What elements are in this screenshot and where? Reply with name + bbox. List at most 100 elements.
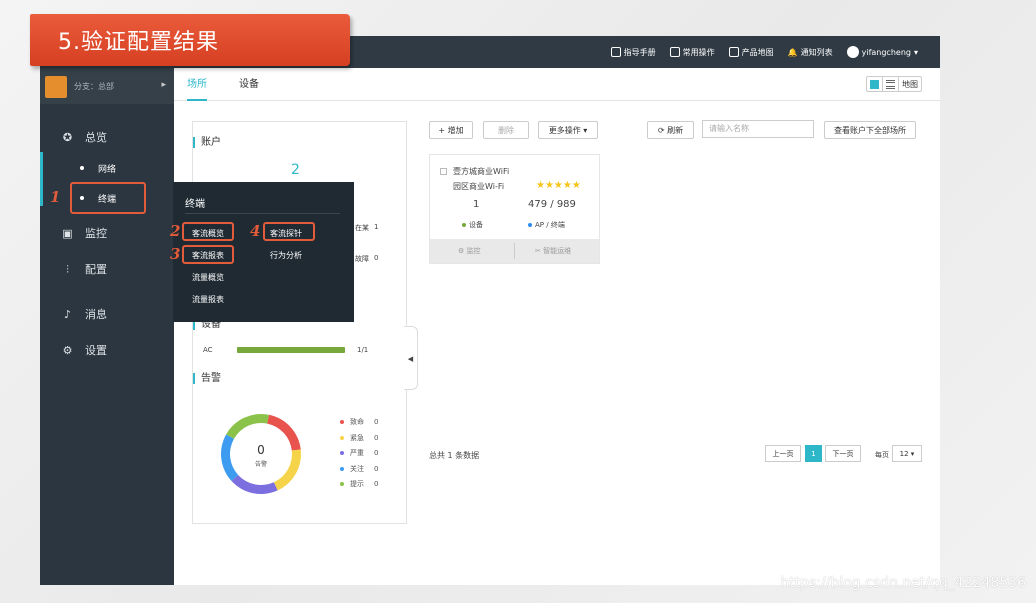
donut-center-value: 0 xyxy=(257,443,265,457)
user-menu[interactable]: yifangcheng ▾ xyxy=(846,46,918,58)
bell-icon: 🔔 xyxy=(787,47,798,57)
chevron-right-icon: ▸ xyxy=(161,80,166,90)
legend-dot-icon xyxy=(340,451,344,455)
sidebar-item-config[interactable]: ⫶ 配置 xyxy=(40,254,174,284)
flyout-link-flow-report[interactable]: 流量报表 xyxy=(192,294,224,305)
device-row-value: 1/1 xyxy=(357,346,369,354)
venue-card[interactable]: 壹方城商业WiFi 园区商业Wi-Fi ★★★★★ 1 479 / 989 设备… xyxy=(429,154,600,264)
slide-title: 5.验证配置结果 xyxy=(58,30,219,55)
search-input[interactable]: 请输入名称 xyxy=(702,120,814,138)
map-view-button[interactable]: 地图 xyxy=(898,77,921,91)
donut-segment xyxy=(226,414,269,439)
legend-label: 致命 xyxy=(350,418,364,426)
sidebar-item-message[interactable]: ♪ 消息 xyxy=(40,299,174,329)
list-view-button[interactable] xyxy=(882,77,898,91)
device-row-label: AC xyxy=(203,346,213,354)
bullet-icon xyxy=(80,166,84,170)
footer-divider xyxy=(514,243,515,259)
dashboard-icon: ✪ xyxy=(62,130,73,144)
card-footer: ⚙ 监控 ✂ 智能运维 xyxy=(430,239,599,263)
legend-dot-icon xyxy=(340,466,344,471)
more-actions-button[interactable]: 更多操作 ▾ xyxy=(538,121,598,139)
gear-icon: ⚙ xyxy=(458,247,467,255)
sidebar-item-monitor[interactable]: ▣ 监控 xyxy=(40,218,174,248)
legend-item: 提示 0 xyxy=(340,479,378,489)
sidebar-item-overview[interactable]: ✪ 总览 xyxy=(40,122,174,152)
legend-label: 紧急 xyxy=(350,433,364,442)
legend-value: 0 xyxy=(374,464,379,473)
top-nav: 指导手册 常用操作 产品地图 🔔 通知列表 yifangcheng ▾ xyxy=(610,36,918,68)
account-title: 账户 xyxy=(193,137,221,148)
card-name-line1: 壹方城商业WiFi xyxy=(453,167,510,176)
highlight-traffic-overview xyxy=(182,222,234,241)
legend-item: 紧急 0 xyxy=(340,433,378,443)
common-ops-link[interactable]: 常用操作 xyxy=(669,47,715,58)
sidebar-item-settings[interactable]: ⚙ 设置 xyxy=(40,335,174,365)
next-page-button[interactable]: 下一页 xyxy=(825,445,861,462)
tools-icon: ✂ xyxy=(535,247,544,255)
book-icon xyxy=(610,47,621,57)
page-1-button[interactable]: 1 xyxy=(805,445,822,462)
tab-venue[interactable]: 场所 xyxy=(187,68,207,101)
legend-value: 0 xyxy=(374,449,379,457)
add-button[interactable]: + 增加 xyxy=(429,121,473,139)
step-2-label: 2 xyxy=(170,222,181,240)
card-monitor-link[interactable]: ⚙ 监控 xyxy=(458,246,481,256)
card-view-button[interactable] xyxy=(867,77,882,91)
notifications-link[interactable]: 🔔 通知列表 xyxy=(788,47,833,58)
sidebar: 分支：总部 ▸ ✪ 总览 网络 终端 ▣ 监控 ⫶ 配置 ♪ 消息 ⚙ 设置 xyxy=(40,68,174,585)
per-page-select[interactable]: 12 ▾ xyxy=(892,445,922,462)
legend-item: 致命 0 xyxy=(340,417,378,427)
card-checkbox[interactable] xyxy=(440,168,447,175)
partial-label-2: 故障 xyxy=(355,255,369,263)
highlight-traffic-report xyxy=(182,245,234,264)
flyout-title: 终端 xyxy=(185,199,205,210)
step-3-label: 3 xyxy=(170,245,181,263)
card-name-line2: 园区商业Wi-Fi xyxy=(453,182,505,191)
prev-page-button[interactable]: 上一页 xyxy=(765,445,801,462)
sidebar-item-network[interactable]: 网络 xyxy=(40,155,174,181)
step-1-label: 1 xyxy=(50,188,61,206)
monitor-icon: ▣ xyxy=(62,226,73,240)
card-device-count: 1 xyxy=(473,199,480,210)
flyout-link-flow-overview[interactable]: 流量概览 xyxy=(192,272,224,283)
device-progress-bar xyxy=(237,347,345,353)
bell-icon: ♪ xyxy=(63,307,72,321)
green-dot-icon xyxy=(462,223,466,227)
legend-dot-icon xyxy=(340,420,344,424)
card-ap-label-wrap: AP / 终端 xyxy=(528,220,565,230)
card-ap-count: 479 / 989 xyxy=(528,199,576,210)
collapse-panel-handle[interactable]: ◀ xyxy=(404,326,418,390)
guide-link[interactable]: 指导手册 xyxy=(610,47,656,58)
legend-dot-icon xyxy=(340,435,344,440)
flyout-divider xyxy=(185,213,340,214)
product-map-link[interactable]: 产品地图 xyxy=(728,47,774,58)
legend-value: 0 xyxy=(374,433,379,442)
card-ops-link[interactable]: ✂ 智能运维 xyxy=(535,246,571,256)
tab-device[interactable]: 设备 xyxy=(239,68,259,101)
sliders-icon: ⫶ xyxy=(66,262,69,276)
branch-selector[interactable]: 分支：总部 ▸ xyxy=(40,68,174,104)
donut-center-label: 告警 xyxy=(255,460,267,468)
grid-icon xyxy=(870,79,879,89)
legend-label: 关注 xyxy=(350,464,364,473)
delete-button[interactable]: 删除 xyxy=(483,121,529,139)
legend-label: 严重 xyxy=(350,449,364,457)
highlight-terminal xyxy=(70,182,146,214)
gear-icon: ⚙ xyxy=(62,343,73,357)
view-all-venues-button[interactable]: 查看账户下全部场所 xyxy=(824,121,916,139)
partial-label-1: 在某 xyxy=(355,224,369,232)
list-icon xyxy=(886,79,895,89)
refresh-button[interactable]: ⟳ 刷新 xyxy=(647,121,694,139)
list-icon xyxy=(669,47,680,57)
donut-segment xyxy=(273,449,301,491)
legend-dot-icon xyxy=(340,482,344,486)
alarm-title: 告警 xyxy=(193,373,221,384)
per-page-label: 每页 xyxy=(875,451,889,459)
refresh-icon: ⟳ xyxy=(657,125,668,135)
slide-title-banner: 5.验证配置结果 xyxy=(30,14,352,70)
step-4-label: 4 xyxy=(250,222,261,240)
flyout-link-behavior-analysis[interactable]: 行为分析 xyxy=(270,250,302,261)
donut-segment xyxy=(231,474,278,494)
legend-value: 0 xyxy=(374,418,379,426)
